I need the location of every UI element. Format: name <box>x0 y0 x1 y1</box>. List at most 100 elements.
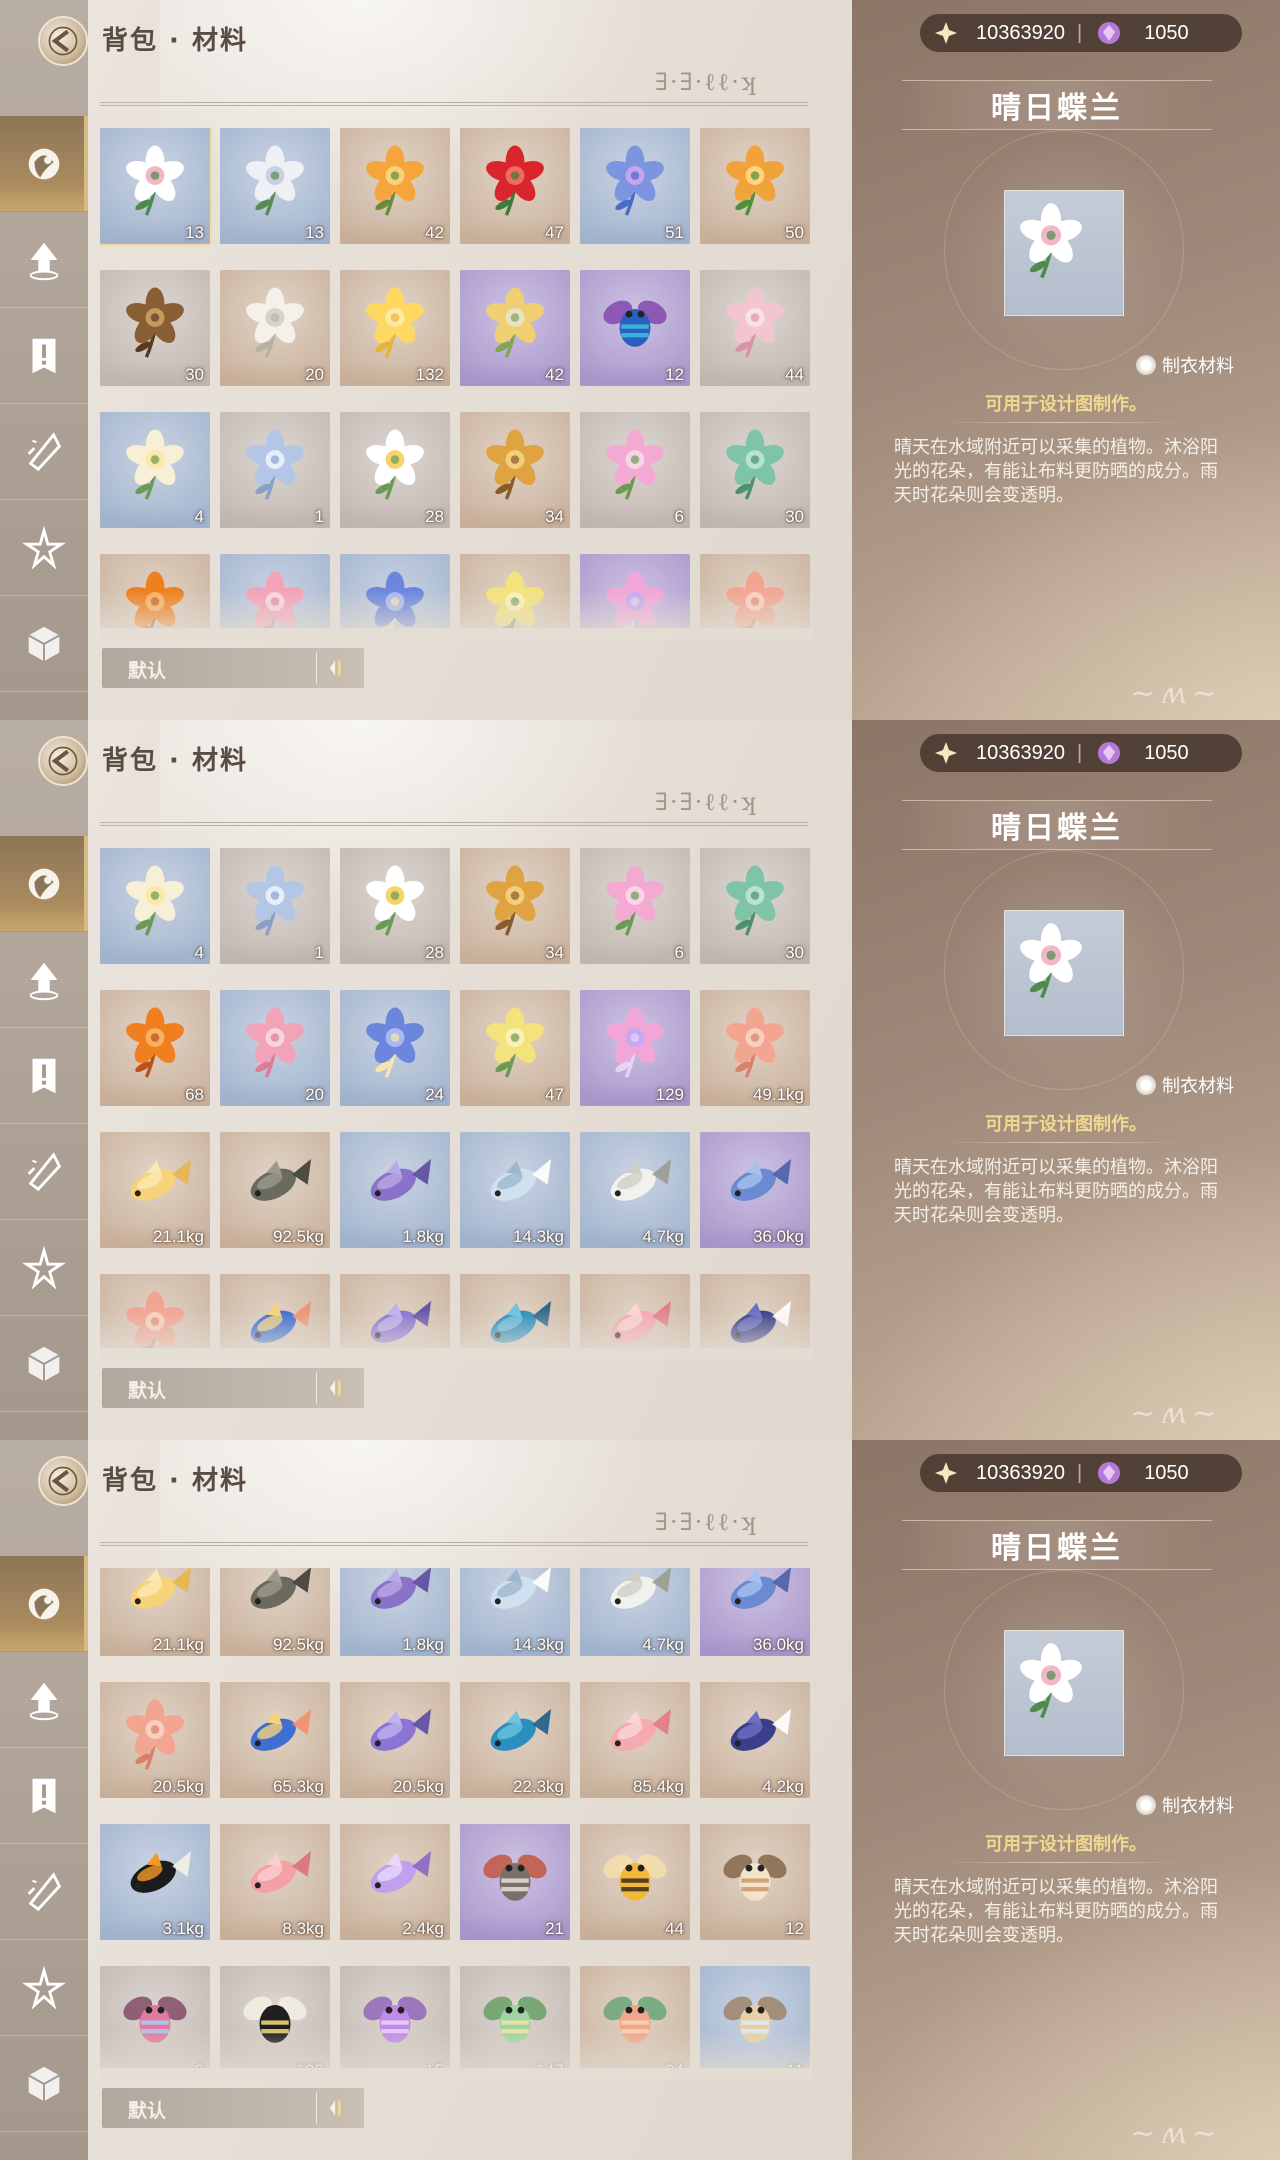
sort-glyphs[interactable]: ∃·∃·ℓℓ·ʞ <box>655 788 757 817</box>
item-slot[interactable]: 44 <box>580 1824 690 1940</box>
sort-dropdown[interactable]: 默认 <box>102 648 364 688</box>
item-slot[interactable]: 34 <box>460 412 570 528</box>
item-slot[interactable]: 92.5kg <box>220 1568 330 1656</box>
rail-tab-box[interactable] <box>0 2036 88 2132</box>
item-slot[interactable]: 36.0kg <box>700 1568 810 1656</box>
item-slot[interactable]: 50 <box>700 128 810 244</box>
back-button[interactable] <box>38 736 88 786</box>
item-slot[interactable]: 65.3kg <box>220 1682 330 1798</box>
sort-toggle-button[interactable] <box>316 1372 356 1404</box>
item-slot[interactable]: 42 <box>460 270 570 386</box>
rail-tab-materials[interactable] <box>0 116 88 212</box>
item-slot[interactable]: 21.1kg <box>100 1132 210 1248</box>
back-button[interactable] <box>38 1456 88 1506</box>
item-slot[interactable]: 20 <box>220 990 330 1106</box>
rail-tab-alert-banner[interactable] <box>0 308 88 404</box>
item-slot[interactable]: 30 <box>700 412 810 528</box>
rail-tab-materials[interactable] <box>0 836 88 932</box>
item-slot[interactable]: 14.3kg <box>460 1132 570 1248</box>
item-slot[interactable]: 20.5kg <box>100 1274 210 1348</box>
item-slot[interactable]: 1.8kg <box>340 1568 450 1656</box>
rail-tab-star-sparkle[interactable] <box>0 1220 88 1316</box>
item-slot[interactable]: 15 <box>340 1966 450 2068</box>
item-slot[interactable]: 132 <box>340 270 450 386</box>
item-slot[interactable]: 2 <box>100 1966 210 2068</box>
item-slot[interactable]: 85.4kg <box>580 1274 690 1348</box>
item-slot[interactable]: 147 <box>460 1966 570 2068</box>
item-slot[interactable]: 47 <box>460 990 570 1106</box>
sort-glyphs[interactable]: ∃·∃·ℓℓ·ʞ <box>655 68 757 97</box>
item-slot[interactable]: 8.3kg <box>220 1824 330 1940</box>
item-slot[interactable]: 24 <box>340 990 450 1106</box>
item-slot[interactable]: 14.3kg <box>460 1568 570 1656</box>
sort-glyphs[interactable]: ∃·∃·ℓℓ·ʞ <box>655 1508 757 1537</box>
item-slot[interactable]: 68 <box>100 554 210 628</box>
item-slot[interactable]: 24 <box>340 554 450 628</box>
item-slot[interactable]: 44 <box>700 270 810 386</box>
item-slot[interactable]: 92.5kg <box>220 1132 330 1248</box>
item-slot[interactable]: 1 <box>220 412 330 528</box>
item-slot[interactable]: 108 <box>220 1966 330 2068</box>
item-slot[interactable]: 3.1kg <box>100 1824 210 1940</box>
item-slot[interactable]: 49.1kg <box>700 554 810 628</box>
rail-tab-crystal[interactable] <box>0 1124 88 1220</box>
rail-tab-crystal[interactable] <box>0 1844 88 1940</box>
item-slot[interactable]: 1 <box>220 848 330 964</box>
item-slot[interactable]: 129 <box>580 990 690 1106</box>
item-slot[interactable]: 4 <box>100 848 210 964</box>
sort-toggle-button[interactable] <box>316 652 356 684</box>
rail-tab-box[interactable] <box>0 596 88 692</box>
item-slot[interactable]: 4.7kg <box>580 1132 690 1248</box>
item-slot[interactable]: 6 <box>580 412 690 528</box>
item-slot[interactable]: 28 <box>340 412 450 528</box>
item-slot[interactable]: 47 <box>460 554 570 628</box>
item-slot[interactable]: 13 <box>220 128 330 244</box>
item-slot[interactable]: 22.3kg <box>460 1274 570 1348</box>
sort-dropdown[interactable]: 默认 <box>102 2088 364 2128</box>
item-slot[interactable]: 2.4kg <box>340 1824 450 1940</box>
sort-toggle-button[interactable] <box>316 2092 356 2124</box>
rail-tab-upgrade[interactable] <box>0 1652 88 1748</box>
item-slot[interactable]: 6 <box>580 848 690 964</box>
rail-tab-upgrade[interactable] <box>0 212 88 308</box>
item-slot[interactable]: 21 <box>460 1824 570 1940</box>
item-slot[interactable]: 1.8kg <box>340 1132 450 1248</box>
item-slot[interactable]: 28 <box>340 848 450 964</box>
item-slot[interactable]: 24 <box>580 1966 690 2068</box>
item-slot[interactable]: 20 <box>220 554 330 628</box>
item-slot[interactable]: 4.7kg <box>580 1568 690 1656</box>
item-slot[interactable]: 13 <box>100 128 212 246</box>
rail-tab-box[interactable] <box>0 1316 88 1412</box>
item-slot[interactable]: 22.3kg <box>460 1682 570 1798</box>
rail-tab-crystal[interactable] <box>0 404 88 500</box>
item-slot[interactable]: 129 <box>580 554 690 628</box>
item-slot[interactable]: 11 <box>700 1966 810 2068</box>
item-slot[interactable]: 20 <box>220 270 330 386</box>
item-slot[interactable]: 36.0kg <box>700 1132 810 1248</box>
item-slot[interactable]: 85.4kg <box>580 1682 690 1798</box>
item-slot[interactable]: 12 <box>580 270 690 386</box>
item-slot[interactable]: 34 <box>460 848 570 964</box>
rail-tab-materials[interactable] <box>0 1556 88 1652</box>
item-slot[interactable]: 30 <box>100 270 210 386</box>
item-slot[interactable]: 30 <box>700 848 810 964</box>
sort-dropdown[interactable]: 默认 <box>102 1368 364 1408</box>
item-slot[interactable]: 21.1kg <box>100 1568 210 1656</box>
item-slot[interactable]: 4 <box>100 412 210 528</box>
item-slot[interactable]: 65.3kg <box>220 1274 330 1348</box>
item-slot[interactable]: 51 <box>580 128 690 244</box>
item-slot[interactable]: 68 <box>100 990 210 1106</box>
item-slot[interactable]: 4.2kg <box>700 1274 810 1348</box>
item-slot[interactable]: 20.5kg <box>100 1682 210 1798</box>
rail-tab-star-sparkle[interactable] <box>0 1940 88 2036</box>
item-slot[interactable]: 20.5kg <box>340 1274 450 1348</box>
item-slot[interactable]: 4.2kg <box>700 1682 810 1798</box>
back-button[interactable] <box>38 16 88 66</box>
item-slot[interactable]: 42 <box>340 128 450 244</box>
item-slot[interactable]: 47 <box>460 128 570 244</box>
rail-tab-star-sparkle[interactable] <box>0 500 88 596</box>
item-slot[interactable]: 49.1kg <box>700 990 810 1106</box>
rail-tab-alert-banner[interactable] <box>0 1028 88 1124</box>
rail-tab-alert-banner[interactable] <box>0 1748 88 1844</box>
item-slot[interactable]: 20.5kg <box>340 1682 450 1798</box>
